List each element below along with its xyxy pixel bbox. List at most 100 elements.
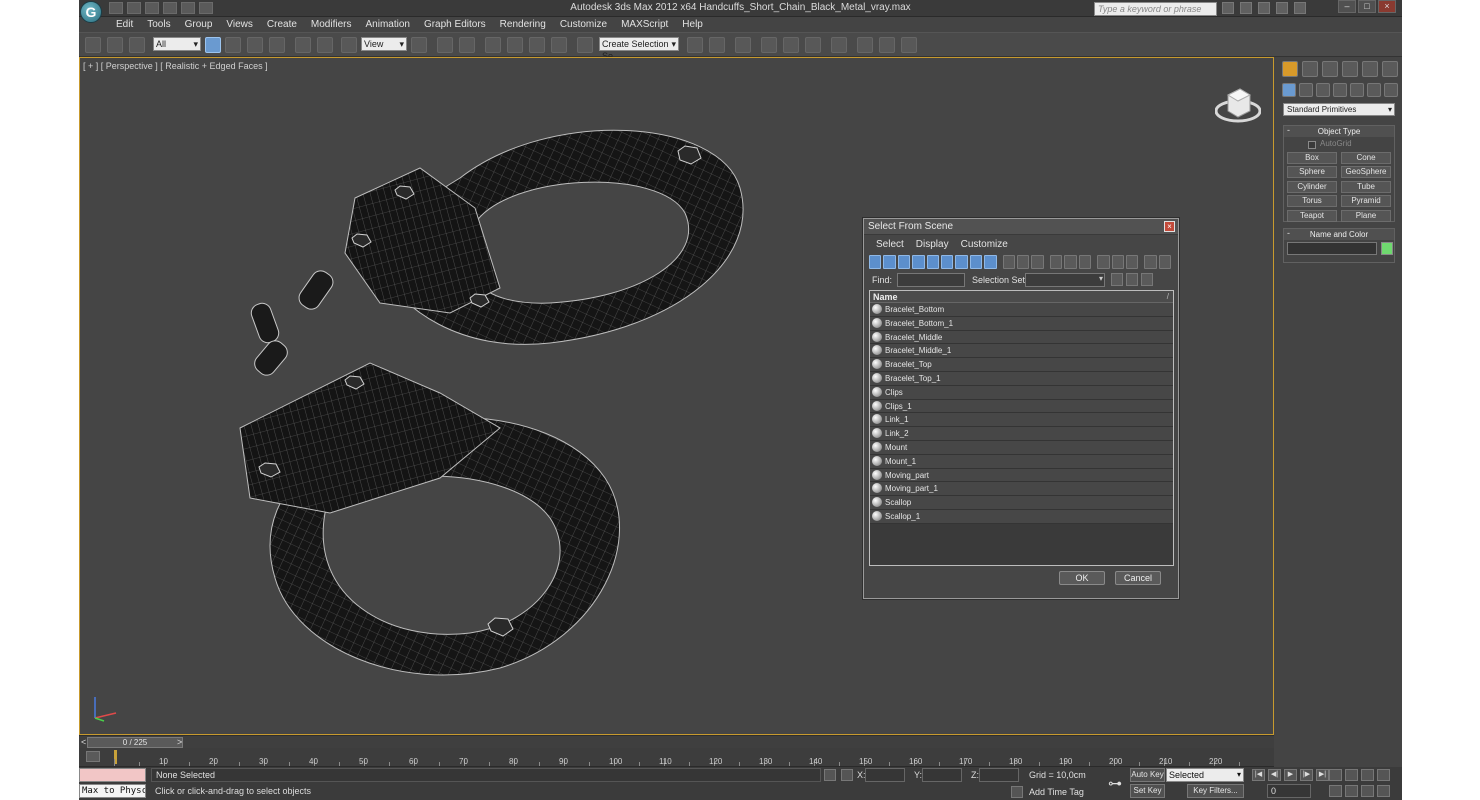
percent-snap-icon[interactable] bbox=[529, 37, 545, 53]
geosphere-button[interactable]: GeoSphere bbox=[1341, 166, 1391, 178]
orbit-icon[interactable] bbox=[1361, 785, 1374, 797]
menu-group[interactable]: Group bbox=[178, 17, 220, 32]
display-geometry-icon[interactable] bbox=[869, 255, 882, 269]
maximize-button[interactable]: □ bbox=[1358, 0, 1376, 13]
favorites-icon[interactable] bbox=[1276, 2, 1288, 14]
keyboard-shortcut-override-icon[interactable] bbox=[459, 37, 475, 53]
display-xrefs-icon[interactable] bbox=[969, 255, 983, 269]
select-invert-icon[interactable] bbox=[1078, 255, 1092, 269]
viewport-label[interactable]: [ + ] [ Perspective ] [ Realistic + Edge… bbox=[83, 61, 268, 71]
rectangular-selection-icon[interactable] bbox=[247, 37, 263, 53]
menu-edit[interactable]: Edit bbox=[109, 17, 140, 32]
list-item[interactable]: Clips_1 bbox=[870, 399, 1173, 414]
space-warps-category-icon[interactable] bbox=[1367, 83, 1381, 97]
list-item[interactable]: Mount bbox=[870, 440, 1173, 455]
viewcube-icon[interactable] bbox=[1215, 83, 1261, 123]
cameras-category-icon[interactable] bbox=[1333, 83, 1347, 97]
layer-manager-icon[interactable] bbox=[735, 37, 751, 53]
material-editor-icon[interactable] bbox=[831, 37, 847, 53]
torus-button[interactable]: Torus bbox=[1287, 195, 1337, 207]
graphite-ribbon-icon[interactable] bbox=[761, 37, 777, 53]
teapot-button[interactable]: Teapot bbox=[1287, 210, 1337, 222]
list-item[interactable]: Link_2 bbox=[870, 427, 1173, 441]
display-space-warps-icon[interactable] bbox=[941, 255, 954, 269]
object-list[interactable]: Name / Bracelet_Bottom Bracelet_Bottom_1… bbox=[869, 290, 1174, 566]
menu-create[interactable]: Create bbox=[260, 17, 304, 32]
app-logo-icon[interactable]: G bbox=[80, 1, 102, 23]
time-tag-icon[interactable] bbox=[1011, 786, 1023, 798]
y-coordinate-field[interactable] bbox=[922, 768, 962, 782]
align-icon[interactable] bbox=[709, 37, 725, 53]
go-to-start-icon[interactable]: |◀ bbox=[1252, 769, 1265, 781]
menu-views[interactable]: Views bbox=[219, 17, 260, 32]
menu-modifiers[interactable]: Modifiers bbox=[304, 17, 359, 32]
list-item[interactable]: Moving_part_1 bbox=[870, 482, 1173, 497]
list-item[interactable]: Bracelet_Top bbox=[870, 358, 1173, 372]
previous-frame-icon[interactable]: ◀| bbox=[1268, 769, 1281, 781]
list-item[interactable]: Bracelet_Middle bbox=[870, 330, 1173, 345]
move-icon[interactable] bbox=[295, 37, 311, 53]
select-all-icon[interactable] bbox=[1049, 255, 1063, 269]
close-button[interactable]: × bbox=[1378, 0, 1396, 13]
unlink-icon[interactable] bbox=[107, 37, 123, 53]
list-item[interactable]: Bracelet_Bottom_1 bbox=[870, 316, 1173, 331]
utilities-tab-icon[interactable] bbox=[1382, 61, 1398, 77]
list-item[interactable]: Link_1 bbox=[870, 413, 1173, 428]
zoom-extents-icon[interactable] bbox=[1361, 769, 1374, 781]
list-item[interactable]: Scallop_1 bbox=[870, 509, 1173, 524]
current-frame-field[interactable]: 0 bbox=[1267, 784, 1311, 798]
shapes-category-icon[interactable] bbox=[1299, 83, 1313, 97]
auto-key-button[interactable]: Auto Key bbox=[1130, 768, 1165, 782]
box-button[interactable]: Box bbox=[1287, 152, 1337, 164]
ok-button[interactable]: OK bbox=[1059, 571, 1105, 585]
pyramid-button[interactable]: Pyramid bbox=[1341, 195, 1391, 207]
tools-icon[interactable] bbox=[1240, 2, 1252, 14]
zoom-extents-all-icon[interactable] bbox=[1377, 769, 1390, 781]
zoom-all-icon[interactable] bbox=[1345, 769, 1358, 781]
list-header[interactable]: Name / bbox=[870, 291, 1173, 303]
dialog-close-button[interactable]: × bbox=[1164, 221, 1175, 232]
x-coordinate-field[interactable] bbox=[865, 768, 905, 782]
select-by-name-icon[interactable] bbox=[225, 37, 241, 53]
maximize-viewport-icon[interactable] bbox=[1377, 785, 1390, 797]
select-dependents-icon[interactable] bbox=[1125, 255, 1139, 269]
remove-from-selection-set-icon[interactable] bbox=[1141, 273, 1153, 286]
column-name-header[interactable]: Name bbox=[873, 291, 898, 303]
spinner-snap-icon[interactable] bbox=[551, 37, 567, 53]
modify-tab-icon[interactable] bbox=[1302, 61, 1318, 77]
object-name-field[interactable] bbox=[1287, 242, 1377, 255]
scale-icon[interactable] bbox=[341, 37, 357, 53]
menu-customize[interactable]: Customize bbox=[553, 17, 614, 32]
select-manipulate-icon[interactable] bbox=[437, 37, 453, 53]
display-none-icon[interactable] bbox=[1017, 255, 1030, 269]
edit-named-selection-icon[interactable] bbox=[577, 37, 593, 53]
z-coordinate-field[interactable] bbox=[979, 768, 1019, 782]
pan-icon[interactable] bbox=[1345, 785, 1358, 797]
named-selection-sets-dropdown[interactable]: Create Selection Se bbox=[599, 37, 679, 61]
window-crossing-icon[interactable] bbox=[269, 37, 285, 53]
play-icon[interactable]: ▶ bbox=[1284, 769, 1297, 781]
motion-tab-icon[interactable] bbox=[1342, 61, 1358, 77]
create-selection-set-icon[interactable] bbox=[1111, 273, 1123, 286]
rendered-frame-window-icon[interactable] bbox=[879, 37, 895, 53]
menu-help[interactable]: Help bbox=[675, 17, 710, 32]
dialog-menu-display[interactable]: Display bbox=[910, 238, 955, 252]
angle-snap-icon[interactable] bbox=[507, 37, 523, 53]
select-object-icon[interactable] bbox=[205, 37, 221, 53]
list-item[interactable]: Bracelet_Bottom bbox=[870, 303, 1173, 317]
list-item[interactable]: Mount_1 bbox=[870, 454, 1173, 469]
list-item[interactable]: Scallop bbox=[870, 496, 1173, 510]
create-tab-icon[interactable] bbox=[1282, 61, 1298, 77]
time-slider-prev-icon[interactable]: < bbox=[81, 737, 86, 747]
primitive-type-dropdown[interactable]: Standard Primitives bbox=[1283, 103, 1395, 116]
lock-selection-icon[interactable] bbox=[824, 769, 836, 781]
time-slider-thumb[interactable]: 0 / 225 bbox=[87, 737, 183, 748]
tube-button[interactable]: Tube bbox=[1341, 181, 1391, 193]
display-all-icon[interactable] bbox=[1002, 255, 1016, 269]
find-input[interactable] bbox=[897, 273, 965, 287]
cylinder-button[interactable]: Cylinder bbox=[1287, 181, 1337, 193]
minimize-button[interactable]: – bbox=[1338, 0, 1356, 13]
select-none-icon[interactable] bbox=[1064, 255, 1077, 269]
menu-maxscript[interactable]: MAXScript bbox=[614, 17, 675, 32]
cancel-button[interactable]: Cancel bbox=[1115, 571, 1161, 585]
